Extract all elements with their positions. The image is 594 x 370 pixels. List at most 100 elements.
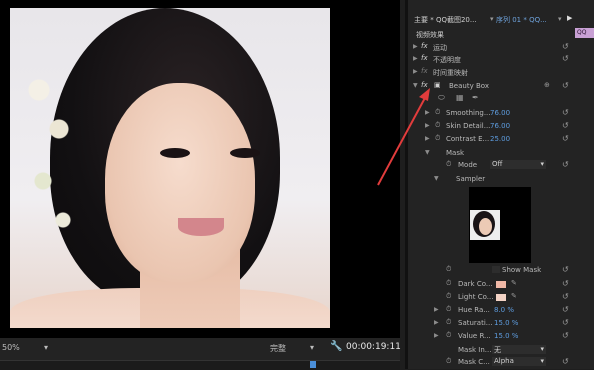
collapse-triangle-icon[interactable]: ▼ bbox=[425, 149, 430, 156]
group-mask[interactable]: ▼ Mask bbox=[408, 148, 594, 159]
collapse-triangle-icon[interactable]: ▼ bbox=[434, 175, 439, 182]
rectangle-mask-icon[interactable]: ▦ bbox=[456, 93, 464, 102]
stopwatch-icon[interactable]: ⏱ bbox=[446, 160, 451, 169]
effect-row-time-remap[interactable]: ▶ fx 时间重映射 bbox=[408, 67, 594, 78]
collapse-triangle-icon[interactable]: ▼ bbox=[413, 82, 418, 89]
expand-triangle-icon[interactable]: ▶ bbox=[425, 109, 430, 116]
param-value[interactable]: 76.00 bbox=[490, 109, 510, 117]
reset-icon[interactable]: ↺ bbox=[562, 54, 569, 63]
reset-icon[interactable]: ↺ bbox=[562, 357, 569, 366]
param-show-mask[interactable]: ⏱ Show Mask ↺ bbox=[408, 265, 594, 276]
param-mode[interactable]: ⏱ Mode Off ▾ ↺ bbox=[408, 160, 594, 171]
fx-icon[interactable]: fx bbox=[421, 81, 428, 89]
param-label: Mask C... bbox=[458, 358, 490, 366]
param-hue-range[interactable]: ▶ ⏱ Hue Ra... 8.0 % ↺ bbox=[408, 305, 594, 316]
param-value[interactable]: 25.00 bbox=[490, 135, 510, 143]
stopwatch-icon[interactable]: ⏱ bbox=[446, 279, 451, 288]
expand-triangle-icon[interactable]: ▶ bbox=[425, 122, 430, 129]
effect-name: 不透明度 bbox=[433, 56, 461, 64]
pen-mask-icon[interactable]: ✒ bbox=[472, 93, 479, 102]
fx-icon[interactable]: fx bbox=[421, 67, 428, 75]
hair-flowers bbox=[15, 38, 95, 298]
param-skin-detail[interactable]: ▶ ⏱ Skin Detail... 76.00 ↺ bbox=[408, 121, 594, 132]
reset-icon[interactable]: ↺ bbox=[562, 81, 569, 90]
wrench-icon[interactable]: 🔧 bbox=[330, 341, 342, 352]
param-label: Mask In... bbox=[458, 346, 492, 354]
playhead-marker[interactable] bbox=[310, 361, 316, 368]
timecode-display[interactable]: 00:00:19:11 bbox=[346, 342, 401, 352]
expand-triangle-icon[interactable]: ▶ bbox=[413, 68, 418, 75]
stopwatch-icon[interactable]: ⏱ bbox=[435, 134, 440, 143]
param-contrast[interactable]: ▶ ⏱ Contrast E... 25.00 ↺ bbox=[408, 134, 594, 145]
stopwatch-icon[interactable]: ⏱ bbox=[435, 121, 440, 130]
show-mask-checkbox[interactable] bbox=[492, 266, 500, 273]
group-sampler[interactable]: ▼ Sampler bbox=[408, 174, 594, 185]
light-color-swatch[interactable] bbox=[496, 294, 506, 301]
ellipse-mask-icon[interactable]: ⬭ bbox=[438, 93, 445, 103]
eyedropper-icon[interactable]: ✎ bbox=[511, 292, 517, 300]
stopwatch-icon[interactable]: ⏱ bbox=[446, 318, 451, 327]
effect-name: 运动 bbox=[433, 44, 447, 52]
chevron-down-icon[interactable]: ▾ bbox=[558, 15, 562, 23]
zoom-level-dropdown[interactable]: 50% bbox=[2, 343, 20, 352]
stopwatch-icon[interactable]: ⏱ bbox=[446, 305, 451, 314]
reset-icon[interactable]: ↺ bbox=[562, 305, 569, 314]
sampler-thumbnail bbox=[470, 210, 500, 240]
reset-icon[interactable]: ↺ bbox=[562, 331, 569, 340]
add-keyframe-icon[interactable]: ⊕ bbox=[544, 81, 550, 89]
expand-triangle-icon[interactable]: ▶ bbox=[413, 43, 418, 50]
source-clip-tab[interactable]: 主要 * QQ截图20... bbox=[414, 15, 477, 25]
param-value[interactable]: 15.0 % bbox=[494, 319, 518, 327]
reset-icon[interactable]: ↺ bbox=[562, 42, 569, 51]
stopwatch-icon[interactable]: ⏱ bbox=[446, 292, 451, 301]
reset-icon[interactable]: ↺ bbox=[562, 108, 569, 117]
portrait-smile bbox=[178, 218, 224, 236]
param-light-color[interactable]: ⏱ Light Co... ✎ ↺ bbox=[408, 292, 594, 303]
mask-composite-dropdown[interactable]: Alpha ▾ bbox=[492, 357, 546, 366]
eyedropper-icon[interactable]: ✎ bbox=[511, 279, 517, 287]
stopwatch-icon[interactable]: ⏱ bbox=[435, 108, 440, 117]
reset-icon[interactable]: ↺ bbox=[562, 160, 569, 169]
stopwatch-icon[interactable]: ⏱ bbox=[446, 357, 451, 366]
effect-name: 时间重映射 bbox=[433, 69, 468, 77]
reset-icon[interactable]: ↺ bbox=[562, 318, 569, 327]
reset-icon[interactable]: ↺ bbox=[562, 265, 569, 274]
param-value-range[interactable]: ▶ ⏱ Value R... 15.0 % ↺ bbox=[408, 331, 594, 342]
playback-quality-dropdown[interactable]: 完整 bbox=[270, 343, 286, 354]
chevron-down-icon[interactable]: ▾ bbox=[44, 343, 48, 352]
stopwatch-icon[interactable]: ⏱ bbox=[446, 331, 451, 340]
reset-icon[interactable]: ↺ bbox=[562, 121, 569, 130]
effect-row-beauty-box[interactable]: ▼ fx ▣ Beauty Box ⊕ ↺ bbox=[408, 81, 594, 92]
mode-dropdown[interactable]: Off ▾ bbox=[490, 160, 546, 169]
sequence-tab[interactable]: 序列 01 * QQ... bbox=[496, 15, 547, 25]
expand-triangle-icon[interactable]: ▶ bbox=[425, 135, 430, 142]
fx-icon[interactable]: fx bbox=[421, 54, 428, 62]
expand-triangle-icon[interactable]: ▶ bbox=[413, 55, 418, 62]
dark-color-swatch[interactable] bbox=[496, 281, 506, 288]
chevron-down-icon[interactable]: ▾ bbox=[310, 343, 314, 352]
effect-row-opacity[interactable]: ▶ fx 不透明度 ↺ bbox=[408, 54, 594, 65]
effect-row-motion[interactable]: ▶ fx 运动 ↺ bbox=[408, 42, 594, 53]
param-saturation[interactable]: ▶ ⏱ Saturati... 15.0 % ↺ bbox=[408, 318, 594, 329]
reset-icon[interactable]: ↺ bbox=[562, 134, 569, 143]
param-value[interactable]: 8.0 % bbox=[494, 306, 514, 314]
param-dark-color[interactable]: ⏱ Dark Co... ✎ ↺ bbox=[408, 279, 594, 290]
param-smoothing[interactable]: ▶ ⏱ Smoothing... 76.00 ↺ bbox=[408, 108, 594, 119]
param-value[interactable]: 76.00 bbox=[490, 122, 510, 130]
section-title: 视频效果 bbox=[416, 31, 444, 39]
expand-triangle-icon[interactable]: ▶ bbox=[434, 332, 439, 339]
play-icon[interactable]: ▶ bbox=[567, 14, 572, 22]
param-mask-composite[interactable]: ⏱ Mask C... Alpha ▾ ↺ bbox=[408, 357, 594, 368]
reset-icon[interactable]: ↺ bbox=[562, 279, 569, 288]
expand-triangle-icon[interactable]: ▶ bbox=[434, 319, 439, 326]
video-frame[interactable] bbox=[10, 8, 330, 328]
dropdown-value: Off bbox=[492, 160, 503, 168]
param-mask-input[interactable]: Mask In... 无 ▾ bbox=[408, 345, 594, 356]
chevron-down-icon[interactable]: ▾ bbox=[490, 15, 494, 23]
param-value[interactable]: 15.0 % bbox=[494, 332, 518, 340]
stopwatch-icon[interactable]: ⏱ bbox=[446, 265, 451, 274]
reset-icon[interactable]: ↺ bbox=[562, 292, 569, 301]
fx-icon[interactable]: fx bbox=[421, 42, 428, 50]
expand-triangle-icon[interactable]: ▶ bbox=[434, 306, 439, 313]
mask-input-dropdown[interactable]: 无 ▾ bbox=[492, 345, 546, 354]
